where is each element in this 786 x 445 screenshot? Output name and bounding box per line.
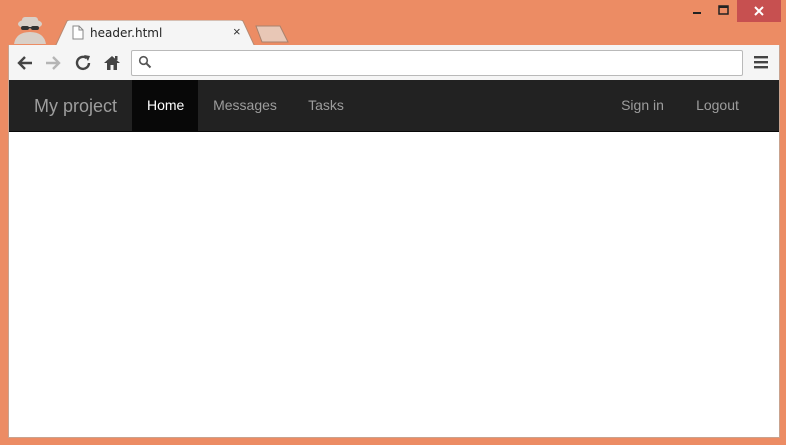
nav-link-home[interactable]: Home (132, 80, 198, 131)
page-viewport: My project Home Messages Tasks Sign in L… (8, 80, 780, 438)
hamburger-menu-icon[interactable] (752, 54, 770, 70)
site-navbar: My project Home Messages Tasks Sign in L… (9, 80, 779, 132)
search-icon (138, 55, 152, 69)
forward-arrow-icon[interactable] (43, 53, 63, 73)
nav-link-tasks[interactable]: Tasks (292, 80, 360, 131)
maximize-icon[interactable] (710, 0, 737, 22)
new-tab-button[interactable] (254, 25, 290, 43)
nav-link-messages[interactable]: Messages (198, 80, 292, 131)
reload-icon[interactable] (73, 53, 93, 73)
minimize-icon[interactable] (684, 0, 710, 22)
file-icon (72, 25, 84, 40)
window-close-icon[interactable] (737, 0, 781, 22)
browser-window: header.html × My project Home Messages T… (0, 0, 786, 445)
nav-link-logout[interactable]: Logout (679, 80, 756, 131)
address-bar[interactable] (131, 50, 743, 76)
incognito-icon (14, 17, 46, 44)
tab-title: header.html (90, 26, 163, 40)
address-input[interactable] (158, 53, 738, 73)
nav-link-sign-in[interactable]: Sign in (606, 80, 679, 131)
back-arrow-icon[interactable] (15, 53, 35, 73)
home-icon[interactable] (102, 53, 122, 73)
navbar-brand[interactable]: My project (34, 96, 117, 117)
tab-close-icon[interactable]: × (233, 25, 241, 39)
